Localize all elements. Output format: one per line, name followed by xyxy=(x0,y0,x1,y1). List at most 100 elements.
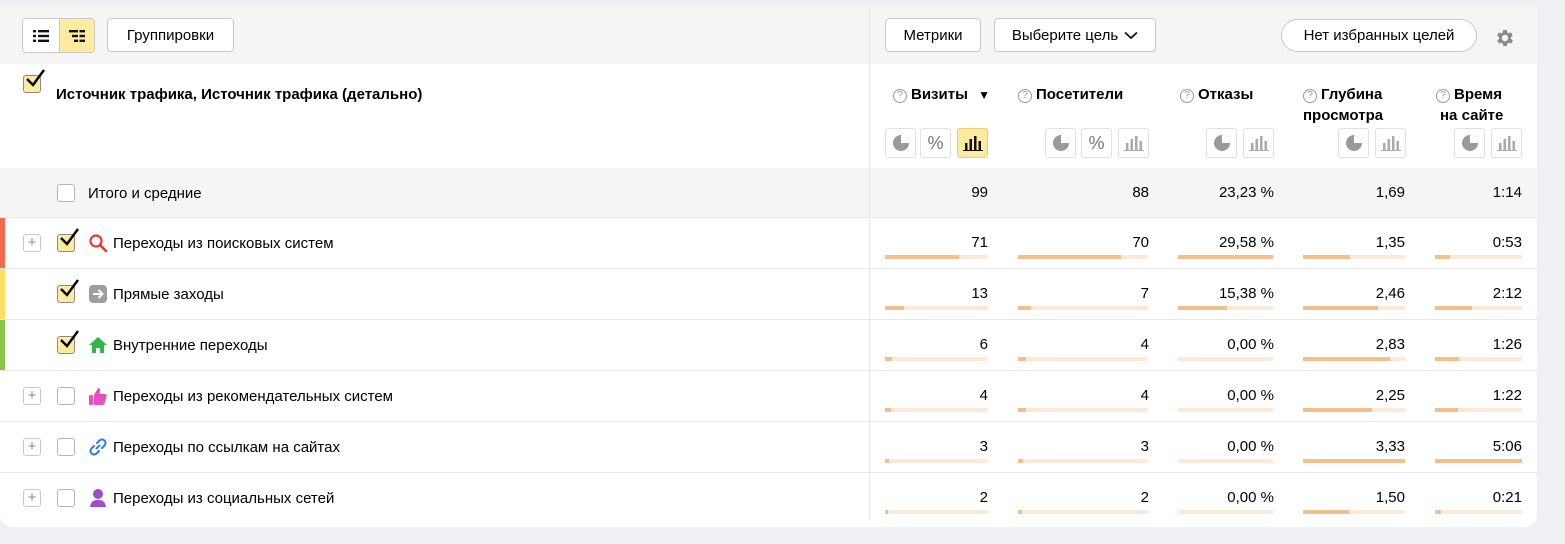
column-time-header[interactable]: ? Время на сайте xyxy=(1436,84,1503,126)
expand-button[interactable]: + xyxy=(23,489,41,507)
bar-fill xyxy=(1018,357,1026,361)
cell-depth: 1,50 xyxy=(1375,489,1405,506)
help-icon[interactable]: ? xyxy=(1018,89,1032,103)
bar-track xyxy=(885,510,988,514)
row-checkbox[interactable] xyxy=(57,330,79,354)
cell-bounce-rate: 0,00 % xyxy=(1227,387,1274,404)
totals-checkbox[interactable] xyxy=(57,184,75,202)
bar-chart-icon xyxy=(1123,136,1144,151)
bar-chart-button[interactable] xyxy=(1375,128,1406,158)
direct-arrow-icon xyxy=(88,284,108,304)
bar-fill xyxy=(885,459,890,463)
cell-time: 0:53 xyxy=(1492,234,1522,251)
toolbar: Группировки Метрики Выберите цель Нет из… xyxy=(0,6,1537,64)
select-all-checkbox[interactable] xyxy=(23,69,45,93)
cell-visitors: 3 xyxy=(1140,438,1149,455)
bar-track xyxy=(1303,510,1405,514)
bar-fill xyxy=(885,408,892,412)
row-checkbox[interactable] xyxy=(57,438,75,456)
favorite-goals-button[interactable]: Нет избранных целей xyxy=(1281,19,1477,52)
bar-track xyxy=(1178,357,1273,361)
bar-fill xyxy=(1435,510,1442,514)
cell-depth: 2,46 xyxy=(1375,285,1405,302)
bar-fill xyxy=(885,510,889,514)
cell-time: 5:06 xyxy=(1492,438,1522,455)
row-checkbox[interactable] xyxy=(57,387,75,405)
bar-track xyxy=(1018,255,1148,259)
row-checkbox[interactable] xyxy=(57,279,79,303)
total-visitors: 88 xyxy=(1132,184,1149,201)
totals-label: Итого и средние xyxy=(88,185,202,202)
table-row[interactable]: + Переходы из социальных сетей 2 2 0,00 % 1,5… xyxy=(0,472,1537,523)
bar-fill xyxy=(1303,306,1379,310)
percent-button[interactable]: % xyxy=(1081,128,1112,158)
row-label: Переходы из рекомендательных систем xyxy=(113,388,393,405)
help-icon[interactable]: ? xyxy=(1303,89,1317,103)
cell-visitors: 2 xyxy=(1140,489,1149,506)
thumbs-up-icon xyxy=(88,386,108,406)
pie-chart-button[interactable] xyxy=(1045,128,1076,158)
report-panel: Группировки Метрики Выберите цель Нет из… xyxy=(0,6,1537,527)
goal-select[interactable]: Выберите цель xyxy=(994,18,1156,52)
table-row[interactable]: + Переходы по ссылкам на сайтах 3 3 0,00 % 3,… xyxy=(0,421,1537,472)
bar-track xyxy=(885,357,988,361)
pie-chart-button[interactable] xyxy=(885,128,916,158)
bar-fill xyxy=(1435,357,1460,361)
cell-bounce-rate: 15,38 % xyxy=(1218,285,1274,302)
bar-fill xyxy=(1018,459,1024,463)
bar-fill xyxy=(1018,306,1031,310)
bar-chart-icon xyxy=(962,136,983,151)
column-depth-header[interactable]: ? Глубина просмотра xyxy=(1303,84,1383,126)
percent-icon: % xyxy=(927,132,944,153)
bar-fill xyxy=(1303,408,1373,412)
tree-view-button[interactable] xyxy=(58,19,94,52)
bar-fill xyxy=(1303,459,1405,463)
row-checkbox[interactable] xyxy=(57,489,75,507)
percent-button[interactable]: % xyxy=(920,128,951,158)
help-icon[interactable]: ? xyxy=(1436,89,1450,103)
bar-chart-button[interactable] xyxy=(1491,128,1522,158)
list-view-button[interactable] xyxy=(23,19,59,52)
cell-depth: 3,33 xyxy=(1375,438,1405,455)
cell-bounce-rate: 0,00 % xyxy=(1227,489,1274,506)
bar-track xyxy=(1018,408,1148,412)
pie-chart-button[interactable] xyxy=(1454,128,1485,158)
cell-bounce-rate: 0,00 % xyxy=(1227,336,1274,353)
expand-button[interactable]: + xyxy=(23,234,41,252)
table-row[interactable]: + Переходы из рекомендательных систем 4 4 0,… xyxy=(0,370,1537,421)
column-visitors-header[interactable]: ? Посетители xyxy=(1018,84,1123,105)
total-time: 1:14 xyxy=(1492,184,1522,201)
help-icon[interactable]: ? xyxy=(1180,89,1194,103)
table-row[interactable]: + Переходы из поисковых систем 71 70 29,58 %… xyxy=(0,217,1537,268)
bar-fill xyxy=(1435,459,1522,463)
pie-chart-button[interactable] xyxy=(1206,128,1237,158)
home-icon xyxy=(88,335,108,355)
gear-icon[interactable] xyxy=(1494,27,1516,49)
expand-button[interactable]: + xyxy=(23,438,41,456)
metrics-button[interactable]: Метрики xyxy=(885,18,981,52)
bar-chart-icon xyxy=(1496,136,1517,151)
total-bounce-rate: 23,23 % xyxy=(1218,184,1274,201)
bar-track xyxy=(1178,510,1273,514)
cell-visits: 71 xyxy=(971,234,988,251)
bar-chart-button[interactable] xyxy=(957,128,988,158)
goal-select-label: Выберите цель xyxy=(1011,26,1119,44)
table-row[interactable]: Прямые заходы 13 7 15,38 % 2,46 2:12 xyxy=(0,268,1537,319)
column-bounces-header[interactable]: ? Отказы xyxy=(1180,84,1253,105)
bar-chart-button[interactable] xyxy=(1243,128,1274,158)
table-row[interactable]: Внутренние переходы 6 4 0,00 % 2,83 1:26 xyxy=(0,319,1537,370)
row-checkbox[interactable] xyxy=(57,228,79,252)
expand-button[interactable]: + xyxy=(23,387,41,405)
help-icon[interactable]: ? xyxy=(893,89,907,103)
cell-depth: 1,35 xyxy=(1375,234,1405,251)
bar-chart-button[interactable] xyxy=(1118,128,1149,158)
bar-track xyxy=(1303,357,1405,361)
pie-chart-button[interactable] xyxy=(1338,128,1369,158)
cell-bounce-rate: 0,00 % xyxy=(1227,438,1274,455)
bar-fill xyxy=(1303,357,1390,361)
bar-fill xyxy=(885,255,959,259)
bar-track xyxy=(1018,357,1148,361)
column-visits-header[interactable]: ? Визиты ▼ xyxy=(893,84,990,106)
groupings-button[interactable]: Группировки xyxy=(107,18,234,52)
bar-track xyxy=(1435,459,1522,463)
